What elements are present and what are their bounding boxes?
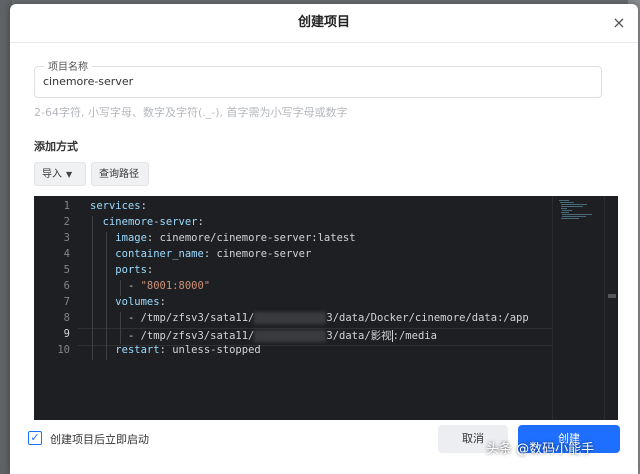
line-number: 5	[63, 264, 70, 276]
line-number: 2	[63, 216, 70, 228]
line-number: 4	[63, 248, 70, 260]
redacted-region	[254, 312, 327, 324]
code-line-9: - /tmp/zfsv3/sata11/3/data/影视:/media	[127, 330, 437, 342]
line-number: 10	[57, 344, 70, 356]
editor-minimap[interactable]	[552, 196, 599, 420]
code-line-4: container_name: cinemore-server	[115, 248, 312, 260]
scrollbar-thumb[interactable]	[608, 294, 616, 298]
editor-scrollbar[interactable]	[604, 196, 618, 420]
code-line-2: cinemore-server:	[102, 216, 204, 228]
line-number: 3	[63, 232, 70, 244]
code-line-10: restart: unless-stopped	[115, 344, 261, 356]
project-name-field[interactable]: cinemore-server	[34, 66, 602, 98]
autostart-checkbox[interactable]: ✓	[28, 431, 42, 445]
code-line-3: image: cinemore/cinemore-server:latest	[115, 232, 356, 244]
chevron-down-icon: ▼	[66, 170, 73, 179]
line-number: 7	[63, 296, 70, 308]
line-number: 8	[63, 312, 70, 324]
line-number: 1	[63, 200, 70, 212]
line-number: 6	[63, 280, 70, 292]
code-line-5: ports:	[115, 264, 154, 276]
create-project-dialog: 创建项目 × cinemore-server 项目名称 2-64字符, 小写字母…	[10, 4, 638, 474]
dialog-title: 创建项目	[10, 4, 638, 43]
code-line-8: - /tmp/zfsv3/sata11/3/data/Docker/cinemo…	[127, 312, 529, 324]
import-button-label: 导入	[42, 169, 62, 180]
code-line-7: volumes:	[115, 296, 166, 308]
project-name-hint: 2-64字符, 小写字母、数字及字符(._-), 首字需为小写字母或数字	[34, 106, 348, 119]
code-line-1: services:	[90, 200, 147, 212]
project-name-label: 项目名称	[44, 58, 92, 73]
import-dropdown-button[interactable]: 导入 ▼	[34, 162, 86, 186]
code-line-6: - "8001:8000"	[127, 280, 211, 292]
add-method-label: 添加方式	[34, 140, 78, 153]
close-icon[interactable]: ×	[610, 14, 628, 32]
watermark-text: 头条 @数码小能手	[486, 442, 595, 457]
redacted-region	[254, 330, 327, 342]
line-number-active: 9	[63, 328, 70, 340]
compose-code-editor[interactable]: 1 2 3 4 5 6 7 8 9 10 services: cinemore-…	[34, 196, 618, 420]
autostart-label: 创建项目后立即启动	[50, 433, 149, 446]
query-path-button[interactable]: 查询路径	[91, 162, 149, 186]
editor-gutter: 1 2 3 4 5 6 7 8 9 10	[34, 196, 78, 420]
